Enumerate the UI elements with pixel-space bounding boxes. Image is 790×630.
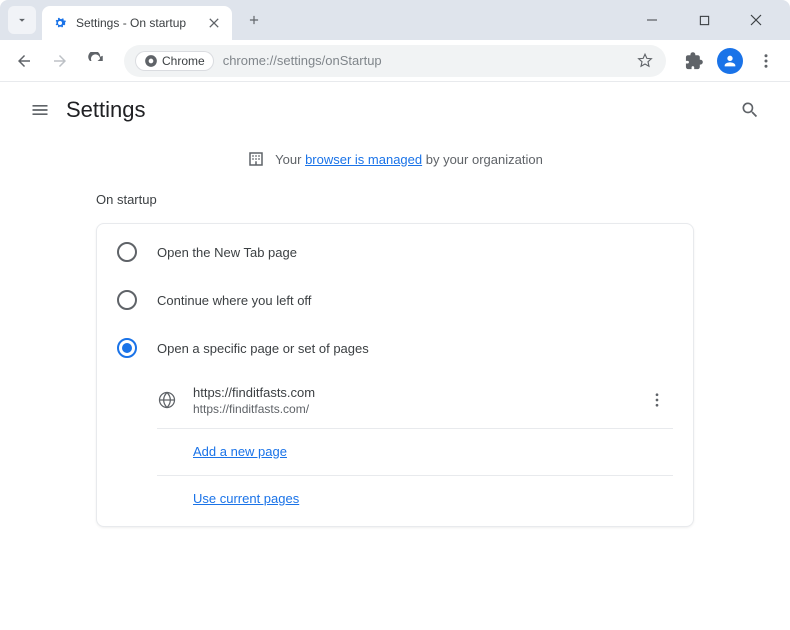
radio-label: Open the New Tab page	[157, 245, 297, 260]
option-specific-pages[interactable]: Open a specific page or set of pages	[97, 324, 693, 372]
radio-icon	[117, 242, 137, 262]
page-more-button[interactable]	[641, 384, 673, 416]
startup-card: Open the New Tab page Continue where you…	[96, 223, 694, 527]
close-window-button[interactable]	[742, 6, 770, 34]
chevron-down-icon	[15, 13, 29, 27]
bookmark-star-icon[interactable]	[636, 52, 654, 70]
forward-button[interactable]	[44, 45, 76, 77]
radio-label: Continue where you left off	[157, 293, 311, 308]
use-current-link[interactable]: Use current pages	[157, 491, 299, 506]
specific-pages-list: https://finditfasts.com https://finditfa…	[97, 372, 693, 522]
banner-suffix: by your organization	[422, 152, 543, 167]
add-page-link[interactable]: Add a new page	[157, 444, 287, 459]
plus-icon	[247, 13, 261, 27]
menu-button[interactable]	[750, 45, 782, 77]
chrome-icon	[144, 54, 158, 68]
minimize-button[interactable]	[638, 6, 666, 34]
browser-tab[interactable]: Settings - On startup	[42, 6, 232, 40]
url-text: chrome://settings/onStartup	[223, 53, 382, 68]
use-current-row: Use current pages	[157, 476, 673, 522]
maximize-button[interactable]	[690, 6, 718, 34]
option-continue[interactable]: Continue where you left off	[97, 276, 693, 324]
gear-icon	[52, 15, 68, 31]
titlebar: Settings - On startup	[0, 0, 790, 40]
banner-prefix: Your	[275, 152, 305, 167]
window-controls	[626, 6, 782, 34]
omnibox[interactable]: Chrome chrome://settings/onStartup	[124, 45, 666, 77]
radio-icon	[117, 338, 137, 358]
profile-button[interactable]	[714, 45, 746, 77]
chip-label: Chrome	[162, 54, 205, 68]
toolbar: Chrome chrome://settings/onStartup	[0, 40, 790, 82]
new-tab-button[interactable]	[240, 6, 268, 34]
reload-button[interactable]	[80, 45, 112, 77]
page-entry: https://finditfasts.com https://finditfa…	[157, 372, 673, 429]
tab-title: Settings - On startup	[76, 16, 206, 30]
radio-icon	[117, 290, 137, 310]
person-icon	[722, 53, 738, 69]
content: Your browser is managed by your organiza…	[0, 138, 790, 527]
site-chip[interactable]: Chrome	[136, 52, 213, 70]
option-new-tab[interactable]: Open the New Tab page	[97, 228, 693, 276]
hamburger-button[interactable]	[20, 90, 60, 130]
tab-search-button[interactable]	[8, 6, 36, 34]
settings-header: Settings	[0, 82, 790, 138]
radio-label: Open a specific page or set of pages	[157, 341, 369, 356]
search-settings-button[interactable]	[730, 90, 770, 130]
close-icon[interactable]	[206, 15, 222, 31]
page-title-text: https://finditfasts.com	[193, 385, 641, 400]
back-button[interactable]	[8, 45, 40, 77]
globe-icon	[157, 390, 177, 410]
page-url-text: https://finditfasts.com/	[193, 402, 641, 416]
add-page-row: Add a new page	[157, 429, 673, 476]
managed-link[interactable]: browser is managed	[305, 152, 422, 167]
section-title: On startup	[20, 188, 770, 223]
managed-banner: Your browser is managed by your organiza…	[20, 138, 770, 188]
page-title: Settings	[66, 97, 146, 123]
building-icon	[247, 150, 265, 168]
extensions-button[interactable]	[678, 45, 710, 77]
